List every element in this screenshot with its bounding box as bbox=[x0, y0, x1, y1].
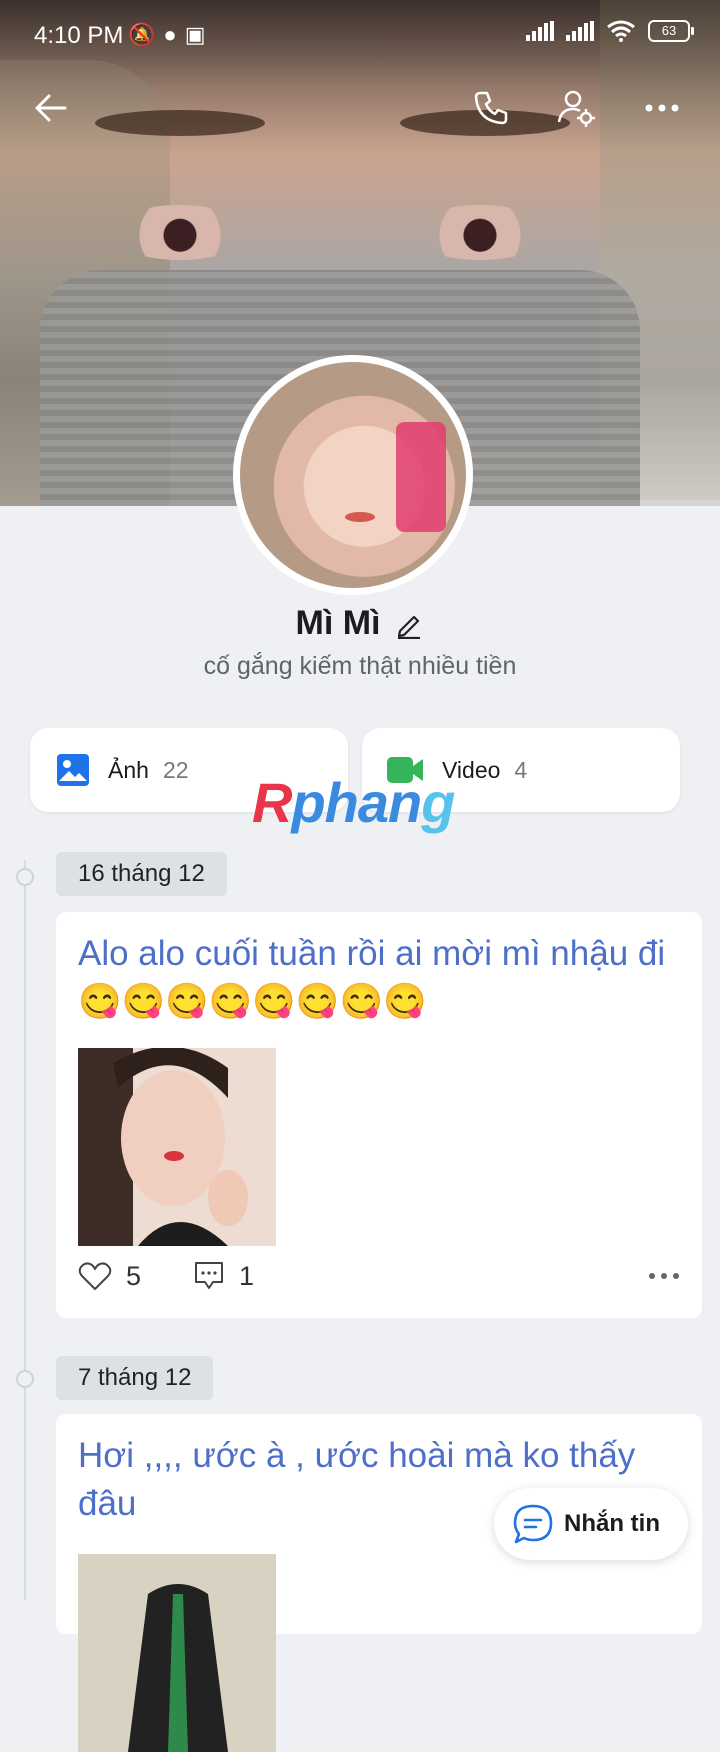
comment-count: 1 bbox=[239, 1260, 255, 1291]
like-count: 5 bbox=[126, 1260, 142, 1291]
date-label: 16 tháng 12 bbox=[56, 852, 227, 896]
image-icon bbox=[57, 754, 89, 786]
signal-icon-2 bbox=[566, 21, 594, 41]
post-text: Alo alo cuối tuần rồi ai mời mì nhậu đi … bbox=[78, 934, 666, 1021]
timeline-line bbox=[24, 860, 26, 1600]
post-photo[interactable] bbox=[78, 1048, 276, 1246]
avatar-photo bbox=[240, 362, 466, 588]
message-button[interactable]: Nhắn tin bbox=[494, 1488, 688, 1560]
edit-pencil-icon[interactable] bbox=[394, 609, 424, 639]
status-time: 4:10 PM bbox=[34, 22, 124, 49]
battery-icon: 63 bbox=[648, 20, 694, 42]
watermark-logo: Rphang bbox=[252, 771, 455, 834]
profile-name-row: Mì Mì bbox=[0, 604, 720, 643]
post-more-icon[interactable] bbox=[648, 1272, 680, 1280]
like-heart-icon[interactable] bbox=[78, 1261, 112, 1291]
back-arrow-icon bbox=[35, 94, 67, 122]
profile-bio: cố gắng kiếm thật nhiều tiền bbox=[203, 652, 517, 680]
timeline-dot bbox=[16, 868, 34, 886]
post-card[interactable]: Alo alo cuối tuần rồi ai mời mì nhậu đi … bbox=[56, 912, 702, 1318]
status-bar: 4:10 PM 🔕●▣ 63 bbox=[0, 0, 720, 70]
message-button-label: Nhắn tin bbox=[564, 1510, 660, 1537]
app-icon: ● bbox=[163, 22, 185, 47]
post-photo[interactable] bbox=[78, 1554, 276, 1752]
videos-count: 4 bbox=[514, 756, 528, 783]
mute-icon: 🔕 bbox=[128, 22, 164, 47]
more-icon bbox=[645, 104, 679, 112]
shop-icon: ▣ bbox=[184, 22, 214, 47]
back-button[interactable] bbox=[22, 80, 78, 136]
more-options-button[interactable] bbox=[634, 80, 690, 136]
wifi-icon bbox=[607, 20, 635, 42]
post-actions: 5 1 bbox=[78, 1256, 680, 1296]
photos-label: Ảnh bbox=[108, 756, 149, 783]
timeline-dot bbox=[16, 1370, 34, 1388]
date-label: 7 tháng 12 bbox=[56, 1356, 214, 1400]
avatar[interactable] bbox=[233, 355, 473, 595]
photos-count: 22 bbox=[162, 756, 189, 783]
notification-icons: 🔕●▣ bbox=[128, 22, 214, 48]
call-button[interactable] bbox=[463, 80, 519, 136]
profile-settings-button[interactable] bbox=[548, 80, 604, 136]
comment-icon[interactable] bbox=[193, 1260, 225, 1292]
chat-bubble-icon bbox=[513, 1504, 553, 1544]
phone-icon bbox=[474, 91, 508, 125]
user-settings-icon bbox=[557, 90, 595, 127]
profile-name: Mì Mì bbox=[295, 604, 381, 642]
signal-icon bbox=[526, 21, 554, 41]
